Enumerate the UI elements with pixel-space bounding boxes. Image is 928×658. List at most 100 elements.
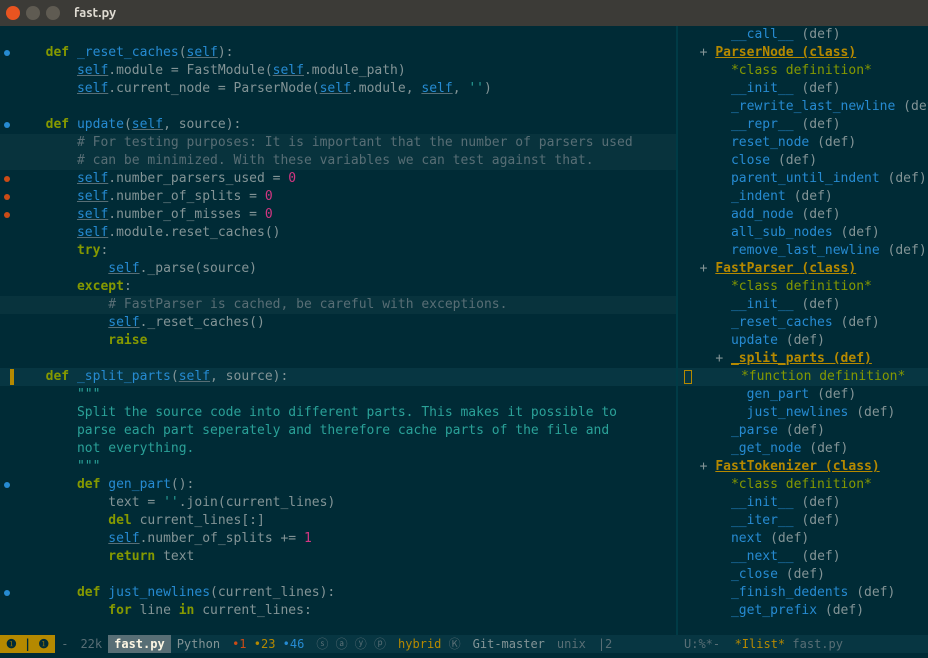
outline-item[interactable]: all_sub_nodes (def): [678, 224, 928, 242]
code-content[interactable]: text = ''.join(current_lines): [30, 494, 676, 512]
code-line[interactable]: return text: [0, 548, 676, 566]
code-content[interactable]: del current_lines[:]: [30, 512, 676, 530]
outline-item[interactable]: __init__ (def): [678, 296, 928, 314]
code-line[interactable]: self.number_of_splits += 1: [0, 530, 676, 548]
outline-item[interactable]: *function definition*: [678, 368, 928, 386]
code-content[interactable]: [30, 566, 676, 584]
code-line[interactable]: """: [0, 386, 676, 404]
code-content[interactable]: return text: [30, 548, 676, 566]
code-line[interactable]: text = ''.join(current_lines): [0, 494, 676, 512]
code-line[interactable]: def _reset_caches(self):: [0, 44, 676, 62]
code-content[interactable]: self.number_parsers_used = 0: [30, 170, 676, 188]
code-content[interactable]: def _reset_caches(self):: [30, 44, 676, 62]
code-content[interactable]: self.number_of_splits += 1: [30, 530, 676, 548]
outline-item[interactable]: *class definition*: [678, 278, 928, 296]
flycheck-counts[interactable]: •1 •23 •46: [226, 635, 310, 653]
outline-item[interactable]: __iter__ (def): [678, 512, 928, 530]
code-content[interactable]: def update(self, source):: [30, 116, 676, 134]
minimize-icon[interactable]: [26, 6, 40, 20]
outline-item[interactable]: next (def): [678, 530, 928, 548]
outline-item[interactable]: + _split_parts (def): [678, 350, 928, 368]
code-content[interactable]: try:: [30, 242, 676, 260]
outline-panel[interactable]: __call__ (def) + ParserNode (class) *cla…: [678, 26, 928, 635]
code-line[interactable]: [0, 98, 676, 116]
code-line[interactable]: self.number_of_splits = 0: [0, 188, 676, 206]
code-line[interactable]: try:: [0, 242, 676, 260]
outline-item[interactable]: close (def): [678, 152, 928, 170]
code-line[interactable]: # can be minimized. With these variables…: [0, 152, 676, 170]
code-content[interactable]: self._reset_caches(): [30, 314, 676, 332]
outline-item[interactable]: remove_last_newline (def): [678, 242, 928, 260]
code-content[interactable]: """: [30, 458, 676, 476]
code-content[interactable]: for line in current_lines:: [30, 602, 676, 620]
code-content[interactable]: def just_newlines(current_lines):: [30, 584, 676, 602]
lint-marker-icon[interactable]: [4, 212, 10, 218]
code-line[interactable]: self._reset_caches(): [0, 314, 676, 332]
lint-marker-icon[interactable]: [4, 176, 10, 182]
lint-marker-icon[interactable]: [4, 194, 10, 200]
buffer-name[interactable]: fast.py: [108, 635, 171, 653]
major-mode[interactable]: Python: [171, 635, 226, 653]
code-content[interactable]: Split the source code into different par…: [30, 404, 676, 422]
code-line[interactable]: def gen_part():: [0, 476, 676, 494]
vc-branch[interactable]: Git-master: [467, 635, 551, 653]
code-content[interactable]: [30, 26, 676, 44]
outline-item[interactable]: *class definition*: [678, 62, 928, 80]
code-line[interactable]: def update(self, source):: [0, 116, 676, 134]
code-line[interactable]: not everything.: [0, 440, 676, 458]
outline-item[interactable]: __init__ (def): [678, 80, 928, 98]
code-line[interactable]: self._parse(source): [0, 260, 676, 278]
code-content[interactable]: self.current_node = ParserNode(self.modu…: [30, 80, 676, 98]
code-content[interactable]: """: [30, 386, 676, 404]
outline-item[interactable]: add_node (def): [678, 206, 928, 224]
code-line[interactable]: Split the source code into different par…: [0, 404, 676, 422]
outline-item[interactable]: __call__ (def): [678, 26, 928, 44]
outline-item[interactable]: + ParserNode (class): [678, 44, 928, 62]
fold-marker-icon[interactable]: [4, 50, 10, 56]
outline-item[interactable]: gen_part (def): [678, 386, 928, 404]
outline-item[interactable]: _parse (def): [678, 422, 928, 440]
code-content[interactable]: except:: [30, 278, 676, 296]
code-line[interactable]: self.module = FastModule(self.module_pat…: [0, 62, 676, 80]
outline-item[interactable]: __repr__ (def): [678, 116, 928, 134]
outline-item[interactable]: _indent (def): [678, 188, 928, 206]
code-line[interactable]: [0, 26, 676, 44]
code-content[interactable]: # For testing purposes: It is important …: [30, 134, 676, 152]
code-line[interactable]: self.number_parsers_used = 0: [0, 170, 676, 188]
code-content[interactable]: self.module = FastModule(self.module_pat…: [30, 62, 676, 80]
code-line[interactable]: for line in current_lines:: [0, 602, 676, 620]
code-line[interactable]: parse each part seperately and therefore…: [0, 422, 676, 440]
close-icon[interactable]: [6, 6, 20, 20]
code-content[interactable]: self._parse(source): [30, 260, 676, 278]
code-line[interactable]: def just_newlines(current_lines):: [0, 584, 676, 602]
code-line[interactable]: [0, 566, 676, 584]
outline-item[interactable]: just_newlines (def): [678, 404, 928, 422]
code-content[interactable]: self.module.reset_caches(): [30, 224, 676, 242]
code-content[interactable]: [30, 350, 676, 368]
outline-item[interactable]: __init__ (def): [678, 494, 928, 512]
fold-marker-icon[interactable]: [4, 482, 10, 488]
maximize-icon[interactable]: [46, 6, 60, 20]
code-content[interactable]: raise: [30, 332, 676, 350]
code-content[interactable]: [30, 98, 676, 116]
code-line[interactable]: self.number_of_misses = 0: [0, 206, 676, 224]
code-content[interactable]: not everything.: [30, 440, 676, 458]
code-line[interactable]: except:: [0, 278, 676, 296]
outline-item[interactable]: + FastParser (class): [678, 260, 928, 278]
code-line[interactable]: # For testing purposes: It is important …: [0, 134, 676, 152]
code-line[interactable]: """: [0, 458, 676, 476]
outline-item[interactable]: reset_node (def): [678, 134, 928, 152]
code-line[interactable]: def _split_parts(self, source):: [0, 368, 676, 386]
code-line[interactable]: [0, 350, 676, 368]
outline-item[interactable]: _finish_dedents (def): [678, 584, 928, 602]
outline-item[interactable]: update (def): [678, 332, 928, 350]
code-line[interactable]: self.current_node = ParserNode(self.modu…: [0, 80, 676, 98]
code-content[interactable]: # FastParser is cached, be careful with …: [30, 296, 676, 314]
code-line[interactable]: raise: [0, 332, 676, 350]
code-content[interactable]: self.number_of_splits = 0: [30, 188, 676, 206]
code-editor[interactable]: def _reset_caches(self): self.module = F…: [0, 26, 676, 635]
fold-marker-icon[interactable]: [4, 122, 10, 128]
code-content[interactable]: def gen_part():: [30, 476, 676, 494]
outline-item[interactable]: + FastTokenizer (class): [678, 458, 928, 476]
code-content[interactable]: parse each part seperately and therefore…: [30, 422, 676, 440]
